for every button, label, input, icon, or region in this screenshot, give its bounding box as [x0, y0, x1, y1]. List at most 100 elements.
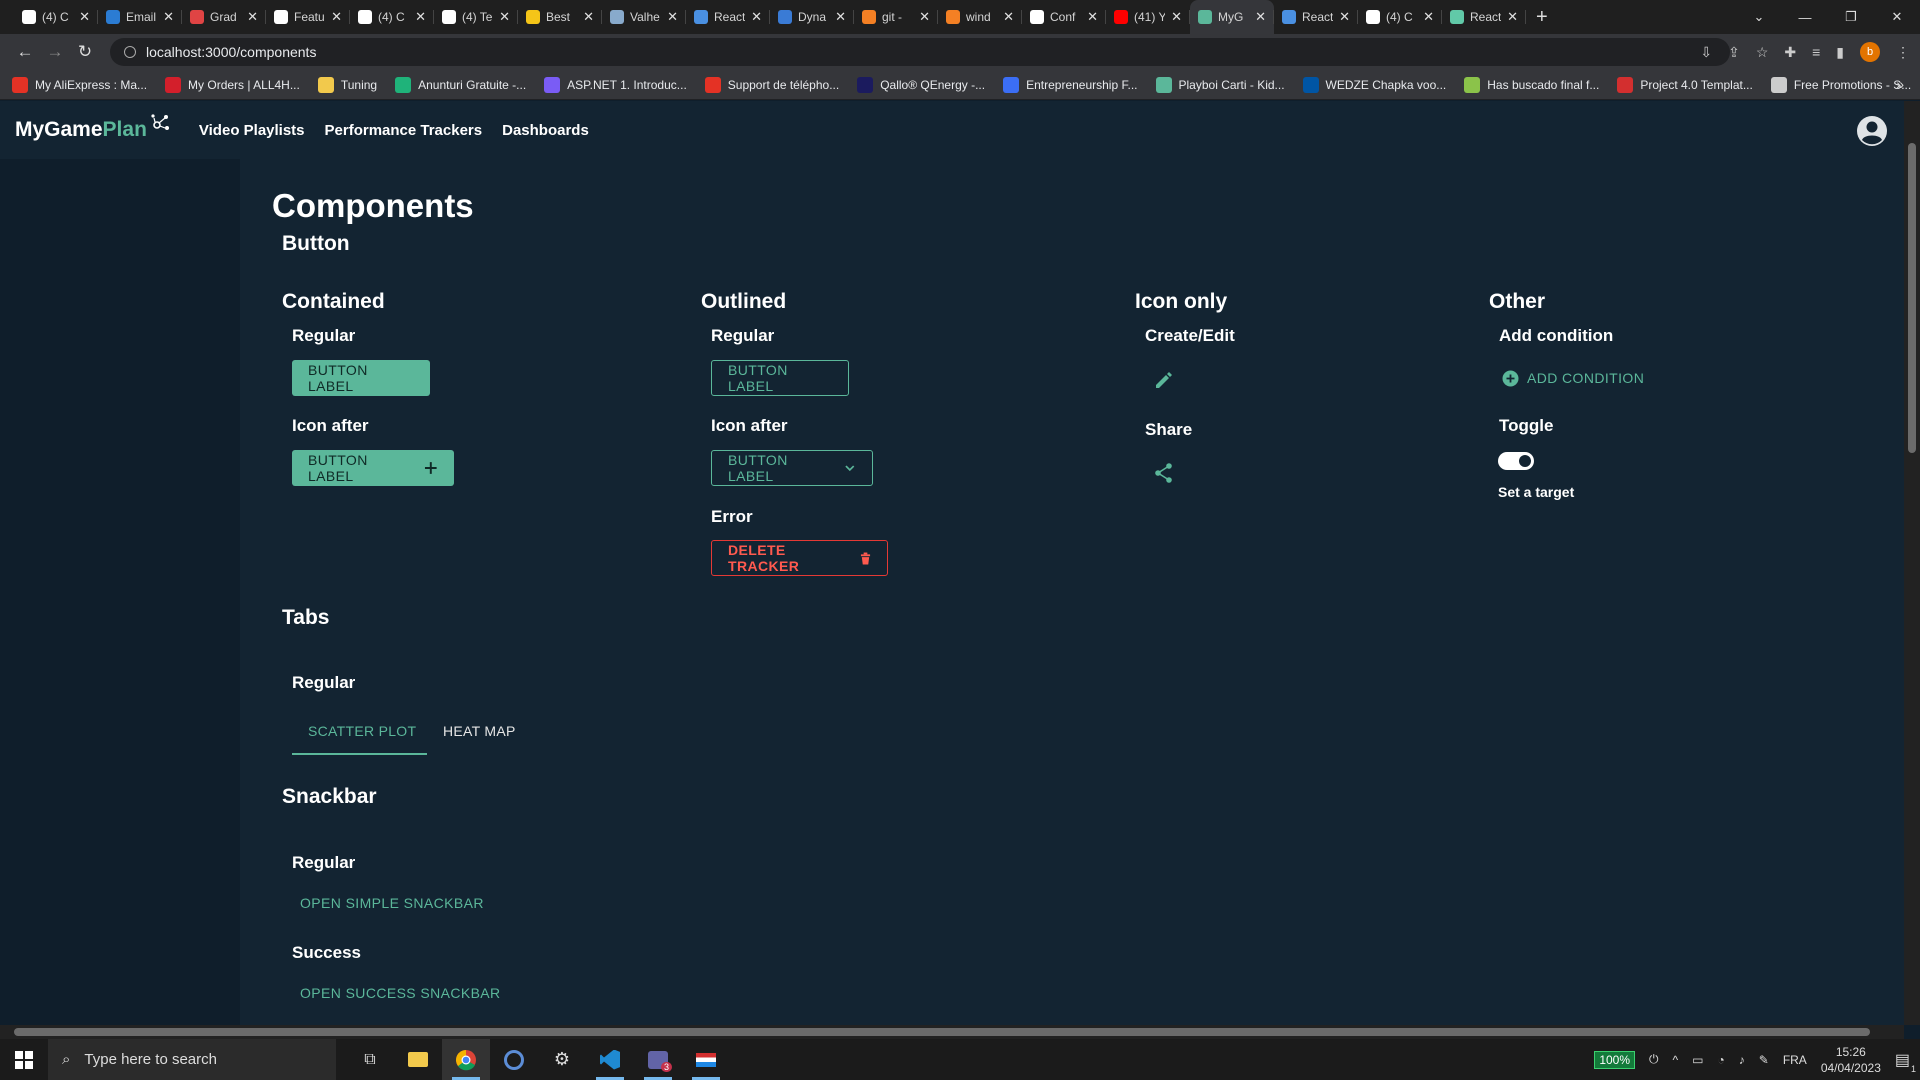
new-tab-icon[interactable]: + — [1536, 6, 1548, 29]
pen-icon[interactable]: ✎ — [1759, 1053, 1769, 1067]
close-window-button[interactable]: ✕ — [1874, 9, 1920, 25]
horizontal-scrollbar[interactable] — [0, 1025, 1904, 1039]
browser-tab[interactable]: MyG ✕ — [1190, 0, 1274, 34]
add-condition-button[interactable]: ADD CONDITION — [1502, 368, 1644, 388]
browser-tab[interactable]: React ✕ — [1442, 0, 1526, 34]
nav-dashboards[interactable]: Dashboards — [502, 122, 589, 139]
browser-tab[interactable]: (4) Te ✕ — [434, 0, 518, 34]
browser-tab[interactable]: React ✕ — [1274, 0, 1358, 34]
language-indicator[interactable]: FRA — [1783, 1053, 1807, 1067]
tab-close-icon[interactable]: ✕ — [1507, 9, 1518, 25]
tab-close-icon[interactable]: ✕ — [1423, 9, 1434, 25]
share-icon[interactable] — [1152, 461, 1176, 485]
browser-tab[interactable]: Grad ✕ — [182, 0, 266, 34]
tab-close-icon[interactable]: ✕ — [163, 9, 174, 25]
browser-tab[interactable]: Best ✕ — [518, 0, 602, 34]
tab-close-icon[interactable]: ✕ — [331, 9, 342, 25]
browser-tab[interactable]: Featu ✕ — [266, 0, 350, 34]
remote-desktop-icon[interactable] — [490, 1039, 538, 1080]
forward-icon[interactable]: → — [40, 42, 70, 62]
clock[interactable]: 15:26 04/04/2023 — [1821, 1044, 1881, 1076]
bookmark-item[interactable]: Project 4.0 Templat... — [1617, 76, 1753, 93]
back-icon[interactable]: ← — [10, 42, 40, 62]
browser-tab[interactable]: (4) C ✕ — [1358, 0, 1442, 34]
flag-app-icon[interactable] — [682, 1039, 730, 1080]
tab-close-icon[interactable]: ✕ — [79, 9, 90, 25]
vscode-icon[interactable] — [586, 1039, 634, 1080]
bookmark-item[interactable]: Anunturi Gratuite -... — [395, 76, 526, 93]
media-icon[interactable]: ≡ — [1812, 44, 1820, 60]
browser-tab[interactable]: (4) C ✕ — [14, 0, 98, 34]
bookmark-item[interactable]: WEDZE Chapka voo... — [1302, 76, 1446, 93]
tab-close-icon[interactable]: ✕ — [1003, 9, 1014, 25]
outlined-icon-after-button[interactable]: BUTTON LABEL — [711, 450, 873, 486]
browser-tab[interactable]: (41) Y ✕ — [1106, 0, 1190, 34]
tab-close-icon[interactable]: ✕ — [1339, 9, 1350, 25]
tab-scatter-plot[interactable]: SCATTER PLOT — [308, 723, 416, 739]
tray-overflow-icon[interactable]: ^ — [1673, 1053, 1679, 1067]
tab-close-icon[interactable]: ✕ — [415, 9, 426, 25]
open-simple-snackbar-button[interactable]: OPEN SIMPLE SNACKBAR — [300, 895, 484, 911]
tab-close-icon[interactable]: ✕ — [1087, 9, 1098, 25]
settings-icon[interactable]: ⚙ — [538, 1039, 586, 1080]
tab-close-icon[interactable]: ✕ — [247, 9, 258, 25]
target-toggle[interactable] — [1498, 452, 1534, 470]
minimize-button[interactable]: — — [1782, 10, 1828, 25]
contained-button[interactable]: BUTTON LABEL — [292, 360, 430, 396]
teams-icon[interactable]: 3 — [634, 1039, 682, 1080]
install-icon[interactable]: ⇩ — [1700, 44, 1712, 61]
nav-video-playlists[interactable]: Video Playlists — [199, 122, 305, 139]
browser-tab[interactable]: wind ✕ — [938, 0, 1022, 34]
bookmark-item[interactable]: My Orders | ALL4H... — [165, 76, 300, 93]
bookmark-item[interactable]: Free Promotions - S... — [1770, 76, 1911, 93]
battery-indicator[interactable]: 100% — [1594, 1050, 1636, 1069]
browser-tab[interactable]: Valhe ✕ — [602, 0, 686, 34]
share-page-icon[interactable]: ⇪ — [1728, 44, 1740, 61]
volume-icon[interactable]: ♪ — [1739, 1053, 1745, 1067]
edit-icon[interactable] — [1152, 368, 1176, 392]
url-input[interactable]: localhost:3000/components — [110, 38, 1730, 66]
tab-close-icon[interactable]: ✕ — [1171, 9, 1182, 25]
horizontal-scrollbar-thumb[interactable] — [14, 1028, 1870, 1036]
browser-tab[interactable]: React ✕ — [686, 0, 770, 34]
sidepanel-icon[interactable]: ▮ — [1836, 44, 1844, 61]
tab-close-icon[interactable]: ✕ — [919, 9, 930, 25]
bookmark-item[interactable]: Playboi Carti - Kid... — [1155, 76, 1285, 93]
nav-performance-trackers[interactable]: Performance Trackers — [325, 122, 483, 139]
browser-tab[interactable]: Dyna ✕ — [770, 0, 854, 34]
chrome-icon[interactable] — [442, 1039, 490, 1080]
app-logo[interactable]: MyGame Plan — [15, 114, 171, 142]
notifications-icon[interactable]: ▤ 1 — [1895, 1050, 1916, 1074]
tab-close-icon[interactable]: ✕ — [1255, 9, 1266, 25]
vertical-scrollbar-thumb[interactable] — [1908, 143, 1916, 453]
tab-close-icon[interactable]: ✕ — [499, 9, 510, 25]
network-icon[interactable]: ◔ — [1718, 1053, 1725, 1067]
bookmarks-more-icon[interactable]: » — [1896, 76, 1904, 92]
tab-close-icon[interactable]: ✕ — [667, 9, 678, 25]
bookmark-star-icon[interactable]: ☆ — [1756, 44, 1769, 61]
tab-heat-map[interactable]: HEAT MAP — [443, 723, 516, 739]
open-success-snackbar-button[interactable]: OPEN SUCCESS SNACKBAR — [300, 985, 501, 1001]
bookmark-item[interactable]: Tuning — [317, 76, 377, 93]
contained-icon-after-button[interactable]: BUTTON LABEL — [292, 450, 454, 486]
bookmark-item[interactable]: My AliExpress : Ma... — [12, 76, 147, 93]
account-icon[interactable] — [1856, 115, 1888, 152]
extensions-icon[interactable]: ✚ — [1784, 44, 1796, 61]
browser-tab[interactable]: Conf ✕ — [1022, 0, 1106, 34]
outlined-button[interactable]: BUTTON LABEL — [711, 360, 849, 396]
bookmark-item[interactable]: Qallo® QEnergy -... — [857, 76, 985, 93]
browser-menu-icon[interactable]: ⋮ — [1896, 44, 1910, 61]
power-icon[interactable]: ⏻ — [1649, 1052, 1659, 1067]
bookmark-item[interactable]: Support de télépho... — [704, 76, 839, 93]
tab-close-icon[interactable]: ✕ — [751, 9, 762, 25]
site-info-icon[interactable] — [124, 46, 136, 58]
tab-search-icon[interactable]: ⌄ — [1736, 9, 1782, 25]
delete-tracker-button[interactable]: DELETE TRACKER — [711, 540, 888, 576]
file-explorer-icon[interactable] — [394, 1039, 442, 1080]
reload-icon[interactable]: ↻ — [70, 42, 100, 62]
restore-button[interactable]: ❐ — [1828, 9, 1874, 25]
browser-tab[interactable]: git - ✕ — [854, 0, 938, 34]
meet-now-icon[interactable]: ▭ — [1692, 1053, 1703, 1067]
browser-tab[interactable]: (4) C ✕ — [350, 0, 434, 34]
bookmark-item[interactable]: Has buscado final f... — [1464, 76, 1599, 93]
